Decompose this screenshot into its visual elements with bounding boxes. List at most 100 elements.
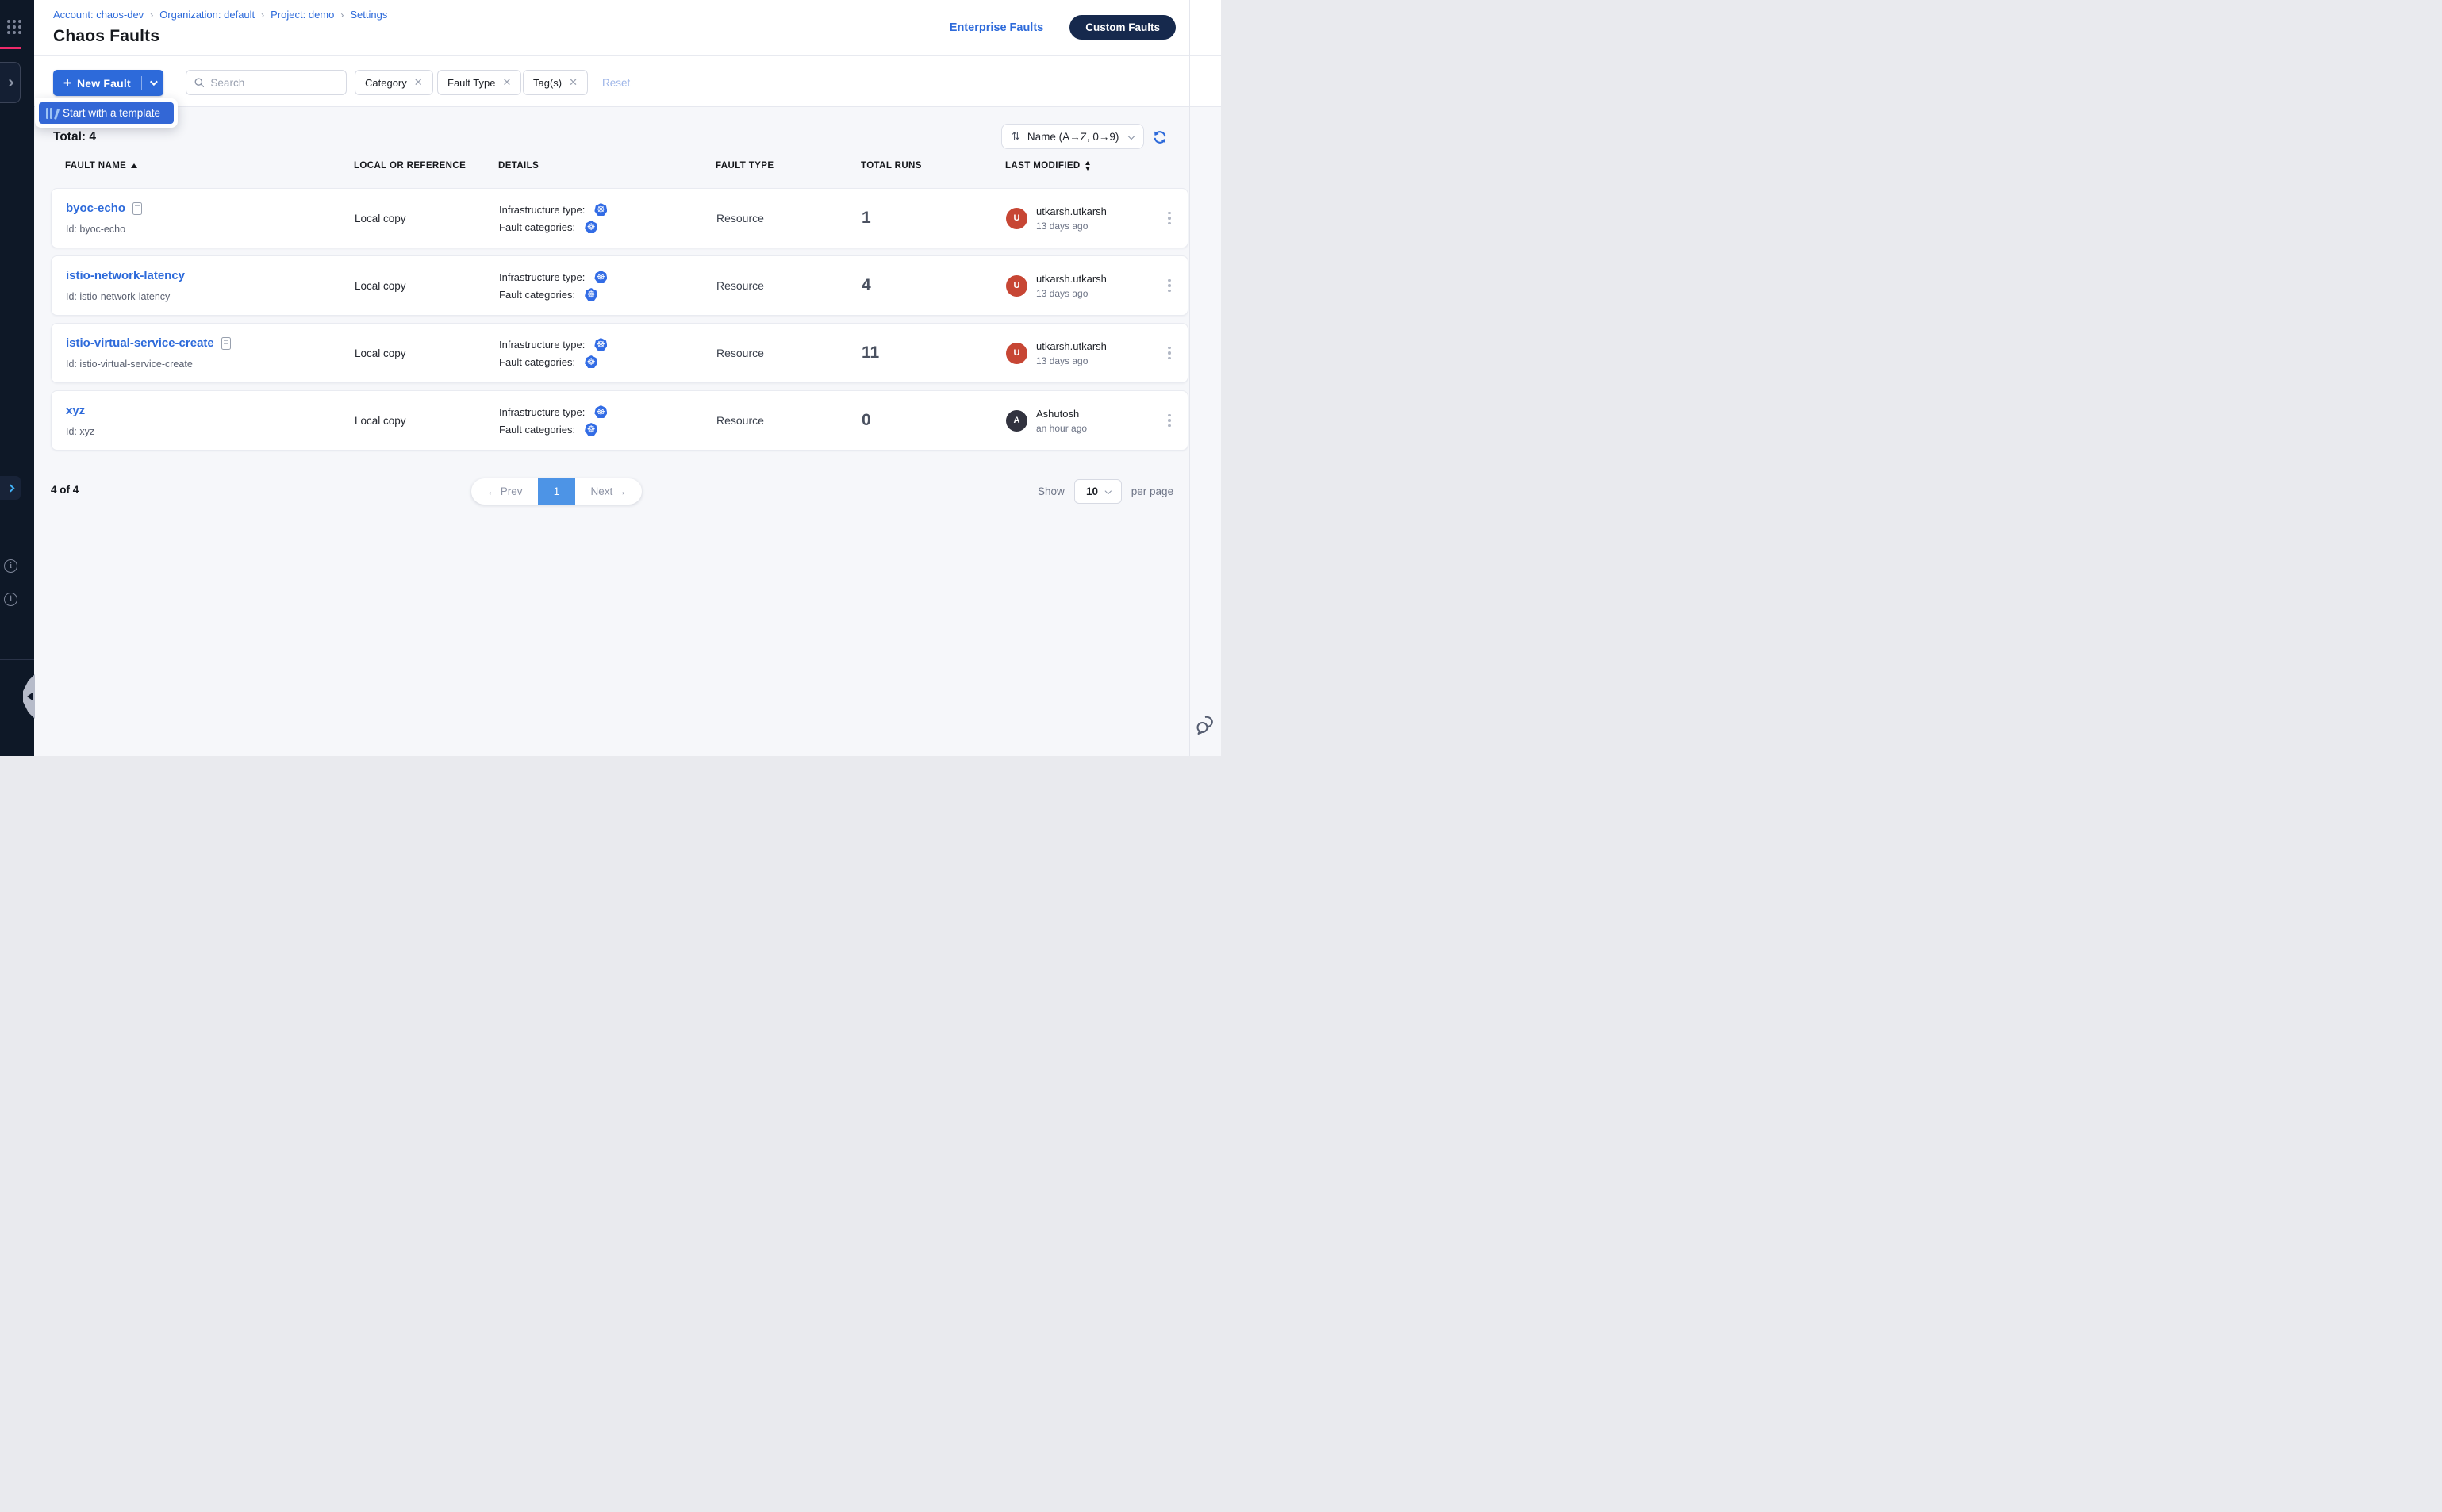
table-row[interactable]: xyz Id: xyz Local copy Infrastructure ty… [51,390,1188,451]
new-fault-button[interactable]: + New Fault [53,70,163,96]
fault-name-link[interactable]: xyz [66,404,85,417]
close-icon[interactable]: ✕ [414,76,423,89]
sort-both-icon [1085,161,1090,171]
support-chat-icon[interactable] [1196,714,1218,736]
sort-ascending-icon [131,163,137,168]
manifest-icon[interactable] [132,202,142,215]
kubernetes-icon: ☸ [594,203,607,216]
toolbar: + New Fault Category✕ Fault Type✕ Tag(s)… [34,56,1221,107]
next-page-button[interactable]: Next → [575,478,642,505]
author-name: Ashutosh [1036,408,1087,420]
column-fault-type: FAULT TYPE [716,161,861,171]
fault-type: Resource [716,279,862,292]
column-fault-name[interactable]: FAULT NAME [65,161,354,171]
app-grid-icon[interactable] [6,19,22,35]
page-header: Account: chaos-dev › Organization: defaul… [34,0,1221,56]
local-or-reference: Local copy [355,415,499,427]
prev-page-button[interactable]: ← Prev [471,478,538,505]
page-size-select[interactable]: 10 [1074,479,1122,504]
custom-faults-button[interactable]: Custom Faults [1069,15,1176,40]
active-module-indicator [0,47,21,49]
plus-icon: + [63,75,71,91]
kubernetes-icon: ☸ [594,405,607,418]
close-icon[interactable]: ✕ [569,76,578,89]
kubernetes-icon: ☸ [585,288,597,301]
chevron-down-icon[interactable] [150,78,158,86]
left-nav-sidebar: i i [0,0,34,756]
breadcrumb: Account: chaos-dev › Organization: defaul… [53,9,387,21]
triangle-left-icon [27,693,33,700]
page-number-button[interactable]: 1 [538,478,575,505]
search-input[interactable] [210,77,338,89]
chevron-down-icon [1128,133,1135,140]
row-menu-kebab-icon[interactable] [1150,411,1189,431]
author-name: utkarsh.utkarsh [1036,340,1107,352]
breadcrumb-project[interactable]: Project: demo [271,9,334,21]
chevron-down-icon [1105,488,1112,494]
filter-chip-fault-type[interactable]: Fault Type✕ [437,70,521,95]
menu-item-start-with-template[interactable]: Start with a template [39,102,174,124]
avatar: A [1006,410,1027,432]
page-size-control: Show 10 per page [1038,479,1173,504]
breadcrumb-account[interactable]: Account: chaos-dev [53,9,144,21]
filter-chip-tags[interactable]: Tag(s)✕ [523,70,588,95]
avatar: U [1006,208,1027,229]
search-box [186,70,347,95]
table-row[interactable]: istio-virtual-service-create Id: istio-v… [51,323,1188,383]
details-cell: Infrastructure type:☸ Fault categories:☸ [499,338,716,368]
sidebar-expand-button[interactable] [0,62,21,103]
local-or-reference: Local copy [355,280,499,292]
total-runs: 4 [862,276,1006,295]
fault-name-link[interactable]: istio-network-latency [66,269,185,282]
last-modified-cell: U utkarsh.utkarsh13 days ago [1006,273,1150,299]
breadcrumb-organization[interactable]: Organization: default [159,9,255,21]
info-icon[interactable]: i [4,593,17,606]
new-fault-dropdown-menu: Start with a template [35,98,178,128]
sort-dropdown[interactable]: ⇅ Name (A→Z, 0→9) [1001,124,1144,149]
row-menu-kebab-icon[interactable] [1150,209,1189,228]
filter-chip-category[interactable]: Category✕ [355,70,433,95]
table-row[interactable]: byoc-echo Id: byoc-echo Local copy Infra… [51,188,1188,248]
kubernetes-icon: ☸ [585,221,597,233]
close-icon[interactable]: ✕ [502,76,511,89]
fault-type: Resource [716,347,862,359]
fault-id: Id: istio-virtual-service-create [66,359,355,370]
author-name: utkarsh.utkarsh [1036,205,1107,217]
details-cell: Infrastructure type:☸ Fault categories:☸ [499,271,716,301]
fault-id: Id: istio-network-latency [66,291,355,302]
row-menu-kebab-icon[interactable] [1150,276,1189,296]
column-last-modified[interactable]: LAST MODIFIED [1005,161,1149,171]
sidebar-collapse-handle[interactable] [23,674,35,719]
modified-time: 13 days ago [1036,355,1107,366]
refresh-icon[interactable] [1152,129,1168,145]
modified-time: an hour ago [1036,423,1087,434]
total-count-label: Total: 4 [53,130,96,144]
row-menu-kebab-icon[interactable] [1150,343,1189,363]
reset-filters-link[interactable]: Reset [602,77,630,89]
search-icon [194,77,204,88]
total-runs: 11 [862,343,1006,363]
fault-name-link[interactable]: istio-virtual-service-create [66,336,214,350]
last-modified-cell: A Ashutosh an hour ago [1006,408,1150,434]
kubernetes-icon: ☸ [585,423,597,436]
column-total-runs: TOTAL RUNS [861,161,1005,171]
total-runs: 1 [862,209,1006,228]
chevron-separator-icon: › [150,10,153,21]
column-local-or-reference: LOCAL OR REFERENCE [354,161,498,171]
table-row[interactable]: istio-network-latency Id: istio-network-… [51,255,1188,316]
sidebar-expand-button-bottom[interactable] [0,476,21,500]
kubernetes-icon: ☸ [594,271,607,283]
enterprise-faults-link[interactable]: Enterprise Faults [950,21,1043,34]
chaos-faults-page: i i Account: chaos-dev › Organization: de… [0,0,1221,756]
modified-time: 13 days ago [1036,288,1107,299]
details-cell: Infrastructure type:☸ Fault categories:☸ [499,203,716,233]
chevron-separator-icon: › [340,10,344,21]
last-modified-cell: U utkarsh.utkarsh13 days ago [1006,205,1150,232]
sidebar-divider [0,659,34,660]
breadcrumb-settings[interactable]: Settings [350,9,387,21]
chevron-right-icon [6,484,14,492]
manifest-icon[interactable] [221,337,231,350]
info-icon[interactable]: i [4,559,17,573]
fault-name-link[interactable]: byoc-echo [66,201,125,215]
local-or-reference: Local copy [355,213,499,224]
